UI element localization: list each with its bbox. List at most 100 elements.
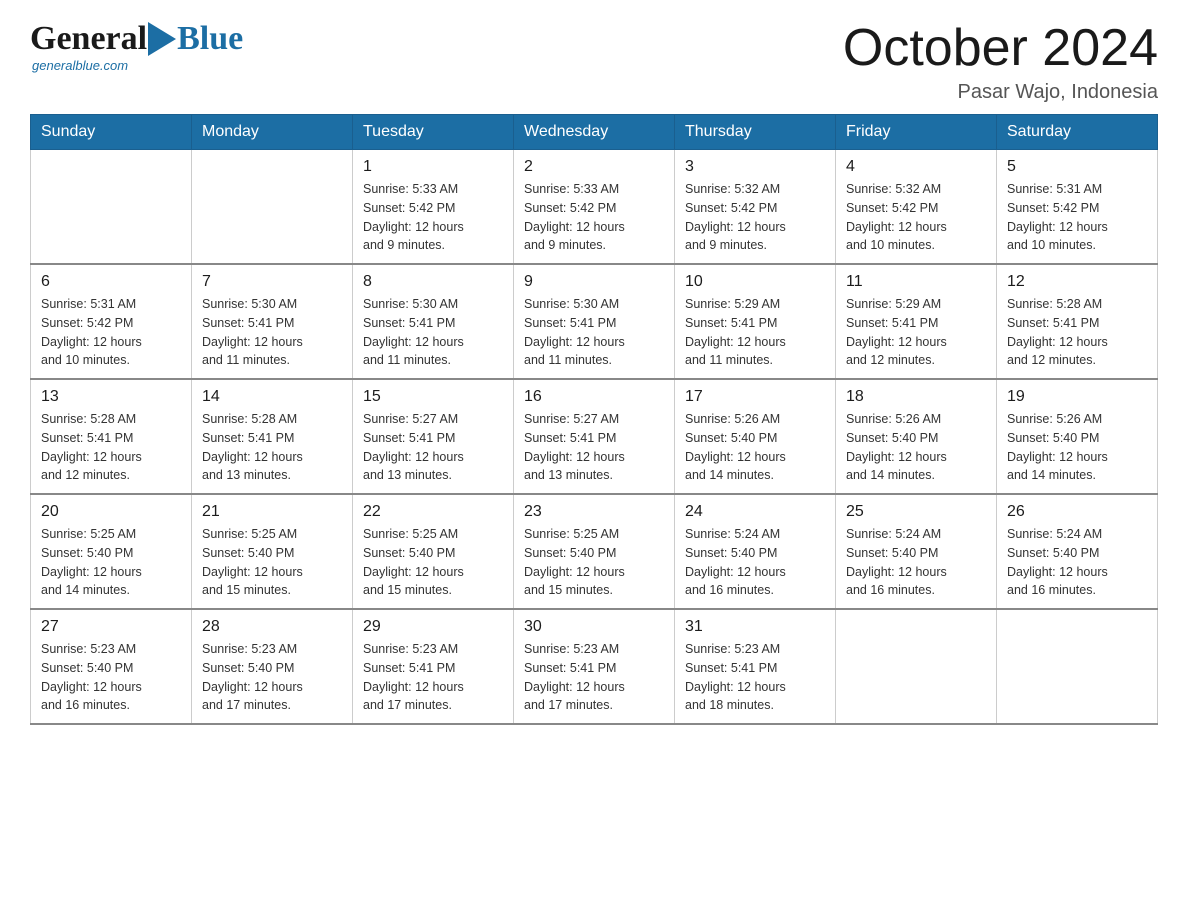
page-header: General Blue generalblue.com October 202… xyxy=(30,20,1158,104)
logo: General Blue generalblue.com xyxy=(30,20,243,73)
calendar-week-1: 1 Sunrise: 5:33 AM Sunset: 5:42 PM Daylig… xyxy=(31,150,1158,265)
calendar-cell: 16 Sunrise: 5:27 AM Sunset: 5:41 PM Dayli… xyxy=(514,379,675,494)
day-number: 16 xyxy=(524,388,664,406)
day-info: Sunrise: 5:30 AM Sunset: 5:41 PM Dayligh… xyxy=(202,295,342,370)
day-info: Sunrise: 5:23 AM Sunset: 5:41 PM Dayligh… xyxy=(363,640,503,715)
day-info: Sunrise: 5:25 AM Sunset: 5:40 PM Dayligh… xyxy=(524,525,664,600)
day-info: Sunrise: 5:32 AM Sunset: 5:42 PM Dayligh… xyxy=(846,180,986,255)
calendar-cell: 31 Sunrise: 5:23 AM Sunset: 5:41 PM Dayli… xyxy=(675,609,836,724)
calendar-cell: 9 Sunrise: 5:30 AM Sunset: 5:41 PM Daylig… xyxy=(514,264,675,379)
day-info: Sunrise: 5:31 AM Sunset: 5:42 PM Dayligh… xyxy=(41,295,181,370)
day-number: 27 xyxy=(41,618,181,636)
weekday-header-thursday: Thursday xyxy=(675,115,836,150)
calendar-cell: 19 Sunrise: 5:26 AM Sunset: 5:40 PM Dayli… xyxy=(997,379,1158,494)
day-number: 30 xyxy=(524,618,664,636)
day-number: 14 xyxy=(202,388,342,406)
day-number: 24 xyxy=(685,503,825,521)
day-info: Sunrise: 5:25 AM Sunset: 5:40 PM Dayligh… xyxy=(202,525,342,600)
day-number: 31 xyxy=(685,618,825,636)
day-info: Sunrise: 5:23 AM Sunset: 5:41 PM Dayligh… xyxy=(685,640,825,715)
calendar-cell: 5Sunrise: 5:31 AM Sunset: 5:42 PM Daylig… xyxy=(997,150,1158,265)
calendar-cell: 3Sunrise: 5:32 AM Sunset: 5:42 PM Daylig… xyxy=(675,150,836,265)
day-info: Sunrise: 5:28 AM Sunset: 5:41 PM Dayligh… xyxy=(1007,295,1147,370)
day-info: Sunrise: 5:24 AM Sunset: 5:40 PM Dayligh… xyxy=(1007,525,1147,600)
day-number: 9 xyxy=(524,273,664,291)
day-info: Sunrise: 5:25 AM Sunset: 5:40 PM Dayligh… xyxy=(363,525,503,600)
calendar-table: SundayMondayTuesdayWednesdayThursdayFrid… xyxy=(30,114,1158,725)
calendar-cell: 17Sunrise: 5:26 AM Sunset: 5:40 PM Dayli… xyxy=(675,379,836,494)
calendar-week-4: 20Sunrise: 5:25 AM Sunset: 5:40 PM Dayli… xyxy=(31,494,1158,609)
day-number: 1 xyxy=(363,158,503,176)
calendar-cell: 2Sunrise: 5:33 AM Sunset: 5:42 PM Daylig… xyxy=(514,150,675,265)
day-number: 3 xyxy=(685,158,825,176)
calendar-cell: 29Sunrise: 5:23 AM Sunset: 5:41 PM Dayli… xyxy=(353,609,514,724)
calendar-cell: 27 Sunrise: 5:23 AM Sunset: 5:40 PM Dayli… xyxy=(31,609,192,724)
calendar-subtitle: Pasar Wajo, Indonesia xyxy=(843,81,1158,104)
calendar-cell: 24 Sunrise: 5:24 AM Sunset: 5:40 PM Dayli… xyxy=(675,494,836,609)
logo-arrow-icon xyxy=(148,22,176,56)
day-info: Sunrise: 5:25 AM Sunset: 5:40 PM Dayligh… xyxy=(41,525,181,600)
day-number: 13 xyxy=(41,388,181,406)
day-info: Sunrise: 5:29 AM Sunset: 5:41 PM Dayligh… xyxy=(846,295,986,370)
day-number: 21 xyxy=(202,503,342,521)
calendar-cell: 8Sunrise: 5:30 AM Sunset: 5:41 PM Daylig… xyxy=(353,264,514,379)
calendar-cell xyxy=(31,150,192,265)
calendar-cell xyxy=(836,609,997,724)
day-info: Sunrise: 5:26 AM Sunset: 5:40 PM Dayligh… xyxy=(846,410,986,485)
day-number: 19 xyxy=(1007,388,1147,406)
calendar-cell: 6Sunrise: 5:31 AM Sunset: 5:42 PM Daylig… xyxy=(31,264,192,379)
calendar-cell: 4 Sunrise: 5:32 AM Sunset: 5:42 PM Daylig… xyxy=(836,150,997,265)
day-info: Sunrise: 5:33 AM Sunset: 5:42 PM Dayligh… xyxy=(363,180,503,255)
day-info: Sunrise: 5:30 AM Sunset: 5:41 PM Dayligh… xyxy=(363,295,503,370)
day-number: 10 xyxy=(685,273,825,291)
weekday-header-saturday: Saturday xyxy=(997,115,1158,150)
title-block: October 2024 Pasar Wajo, Indonesia xyxy=(843,20,1158,104)
calendar-cell: 7 Sunrise: 5:30 AM Sunset: 5:41 PM Daylig… xyxy=(192,264,353,379)
day-info: Sunrise: 5:30 AM Sunset: 5:41 PM Dayligh… xyxy=(524,295,664,370)
calendar-week-3: 13 Sunrise: 5:28 AM Sunset: 5:41 PM Dayli… xyxy=(31,379,1158,494)
calendar-header-row: SundayMondayTuesdayWednesdayThursdayFrid… xyxy=(31,115,1158,150)
logo-blue-text: Blue xyxy=(177,20,243,58)
calendar-cell: 10 Sunrise: 5:29 AM Sunset: 5:41 PM Dayli… xyxy=(675,264,836,379)
logo-general-text: General xyxy=(30,20,147,58)
calendar-cell: 20Sunrise: 5:25 AM Sunset: 5:40 PM Dayli… xyxy=(31,494,192,609)
calendar-cell: 18Sunrise: 5:26 AM Sunset: 5:40 PM Dayli… xyxy=(836,379,997,494)
day-info: Sunrise: 5:26 AM Sunset: 5:40 PM Dayligh… xyxy=(685,410,825,485)
calendar-cell: 15 Sunrise: 5:27 AM Sunset: 5:41 PM Dayli… xyxy=(353,379,514,494)
day-info: Sunrise: 5:28 AM Sunset: 5:41 PM Dayligh… xyxy=(41,410,181,485)
calendar-cell: 1 Sunrise: 5:33 AM Sunset: 5:42 PM Daylig… xyxy=(353,150,514,265)
calendar-cell: 11 Sunrise: 5:29 AM Sunset: 5:41 PM Dayli… xyxy=(836,264,997,379)
weekday-header-sunday: Sunday xyxy=(31,115,192,150)
day-info: Sunrise: 5:27 AM Sunset: 5:41 PM Dayligh… xyxy=(524,410,664,485)
day-number: 11 xyxy=(846,273,986,291)
day-info: Sunrise: 5:29 AM Sunset: 5:41 PM Dayligh… xyxy=(685,295,825,370)
day-number: 25 xyxy=(846,503,986,521)
day-number: 28 xyxy=(202,618,342,636)
logo-tagline: generalblue.com xyxy=(32,58,128,73)
weekday-header-monday: Monday xyxy=(192,115,353,150)
day-number: 7 xyxy=(202,273,342,291)
day-number: 26 xyxy=(1007,503,1147,521)
calendar-cell: 22 Sunrise: 5:25 AM Sunset: 5:40 PM Dayli… xyxy=(353,494,514,609)
day-number: 5 xyxy=(1007,158,1147,176)
day-info: Sunrise: 5:33 AM Sunset: 5:42 PM Dayligh… xyxy=(524,180,664,255)
calendar-cell: 25Sunrise: 5:24 AM Sunset: 5:40 PM Dayli… xyxy=(836,494,997,609)
calendar-week-2: 6Sunrise: 5:31 AM Sunset: 5:42 PM Daylig… xyxy=(31,264,1158,379)
day-info: Sunrise: 5:27 AM Sunset: 5:41 PM Dayligh… xyxy=(363,410,503,485)
calendar-cell: 26 Sunrise: 5:24 AM Sunset: 5:40 PM Dayli… xyxy=(997,494,1158,609)
calendar-cell: 12Sunrise: 5:28 AM Sunset: 5:41 PM Dayli… xyxy=(997,264,1158,379)
calendar-cell: 28 Sunrise: 5:23 AM Sunset: 5:40 PM Dayli… xyxy=(192,609,353,724)
calendar-cell: 13 Sunrise: 5:28 AM Sunset: 5:41 PM Dayli… xyxy=(31,379,192,494)
calendar-cell: 21 Sunrise: 5:25 AM Sunset: 5:40 PM Dayli… xyxy=(192,494,353,609)
day-number: 22 xyxy=(363,503,503,521)
day-number: 4 xyxy=(846,158,986,176)
calendar-title: October 2024 xyxy=(843,20,1158,77)
day-number: 15 xyxy=(363,388,503,406)
calendar-cell: 14Sunrise: 5:28 AM Sunset: 5:41 PM Dayli… xyxy=(192,379,353,494)
day-info: Sunrise: 5:24 AM Sunset: 5:40 PM Dayligh… xyxy=(685,525,825,600)
day-info: Sunrise: 5:26 AM Sunset: 5:40 PM Dayligh… xyxy=(1007,410,1147,485)
day-info: Sunrise: 5:23 AM Sunset: 5:41 PM Dayligh… xyxy=(524,640,664,715)
weekday-header-friday: Friday xyxy=(836,115,997,150)
day-info: Sunrise: 5:23 AM Sunset: 5:40 PM Dayligh… xyxy=(41,640,181,715)
day-info: Sunrise: 5:23 AM Sunset: 5:40 PM Dayligh… xyxy=(202,640,342,715)
